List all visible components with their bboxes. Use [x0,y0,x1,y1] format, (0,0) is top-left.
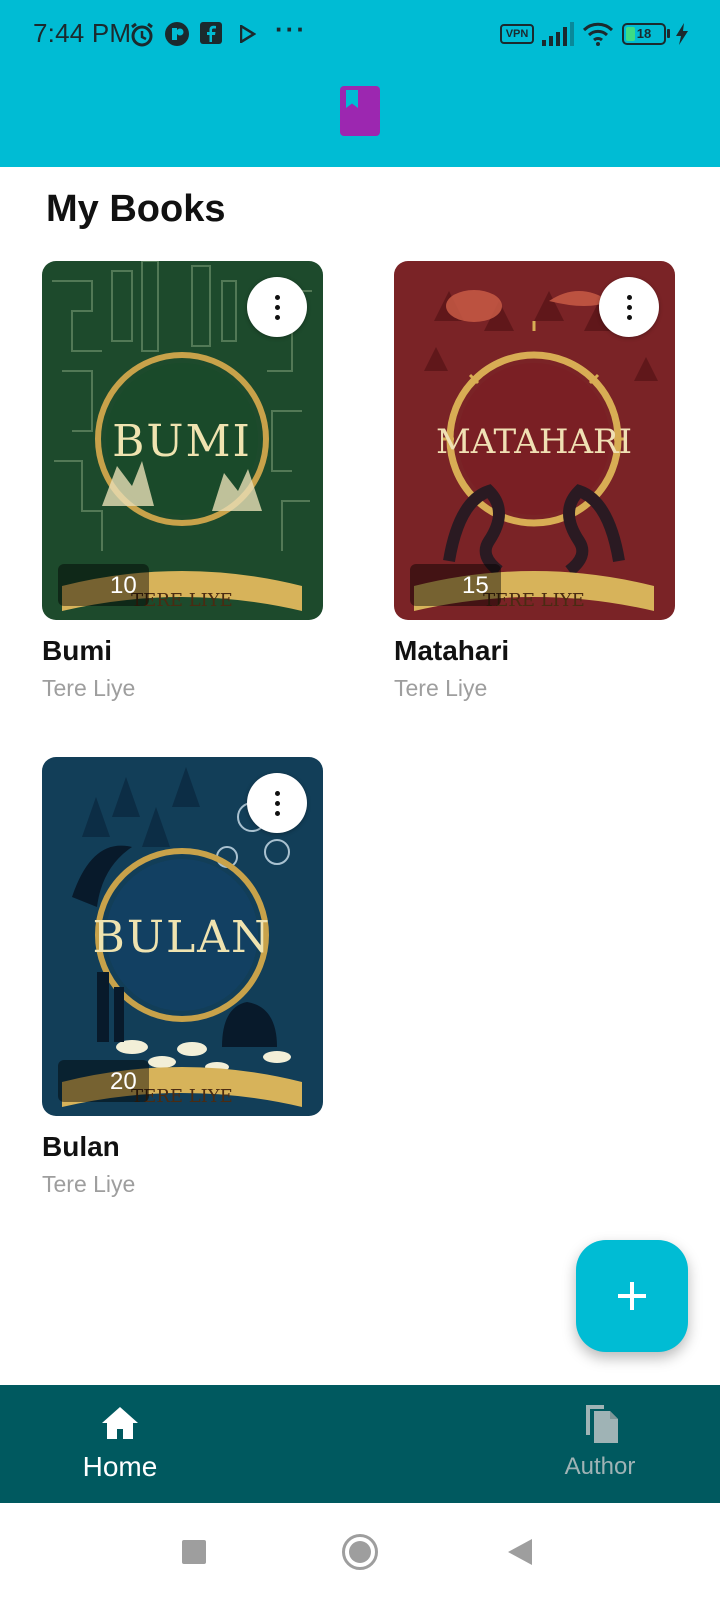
more-options-button[interactable] [247,773,307,833]
book-title: Bulan [42,1131,120,1162]
book-cover[interactable]: BUMI TERE LIYE 10 [42,261,323,620]
back-button[interactable] [508,1539,532,1565]
stock-badge: 10 [58,564,149,606]
status-bar: 7:44 PM ··· VPN 18 [0,0,720,70]
charging-icon [676,23,688,45]
app-notification-icon [165,22,189,46]
svg-text:MATAHARI: MATAHARI [436,422,632,462]
status-time: 7:44 PM [33,18,132,48]
book-title: Matahari [394,635,510,666]
nav-label: Home [82,1451,158,1482]
battery-icon: 18 [622,23,666,45]
app-bar [0,70,720,167]
home-system-button[interactable] [342,1534,378,1570]
stock-badge: 20 [58,1060,149,1102]
signal-icon [542,22,574,46]
facebook-icon [200,22,222,44]
copy-documents-icon [586,1405,618,1443]
more-options-button[interactable] [247,277,307,337]
home-icon [102,1407,138,1439]
vpn-icon: VPN [500,24,534,44]
svg-text:BUMI: BUMI [112,416,252,467]
book-author: Tere Liye [42,675,136,701]
book-title: Bumi [42,635,112,666]
stock-count: 10 [110,572,137,599]
page-title: My Books [46,188,226,230]
bottom-navigation: Home Author [0,1385,720,1503]
book-bookmark-icon [340,86,380,136]
battery-level: 18 [636,26,652,41]
book-author: Tere Liye [42,1171,136,1197]
system-navigation-bar [0,1503,720,1600]
wifi-icon [582,22,614,46]
book-cover[interactable]: BULAN TERE LIYE 20 [42,757,323,1116]
archive-icon [410,564,675,620]
book-author: Tere Liye [394,675,488,701]
more-notifications-icon: ··· [275,14,307,44]
stock-badge: 15 [410,564,501,606]
nav-label: Author [564,1453,636,1480]
alarm-icon [131,22,153,47]
archive-icon [58,1060,323,1116]
nav-item-author[interactable]: Author [520,1385,680,1503]
battery-nub [667,29,670,38]
nav-item-home[interactable]: Home [40,1385,200,1503]
more-options-button[interactable] [599,277,659,337]
stock-count: 15 [462,572,489,599]
book-cover[interactable]: MATAHARI TERE LIYE 15 [394,261,675,620]
archive-icon [58,564,323,620]
recents-button[interactable] [182,1540,206,1564]
svg-text:BULAN: BULAN [93,912,272,963]
stock-count: 20 [110,1068,137,1095]
add-book-button[interactable] [576,1240,688,1352]
play-store-icon [240,25,256,43]
